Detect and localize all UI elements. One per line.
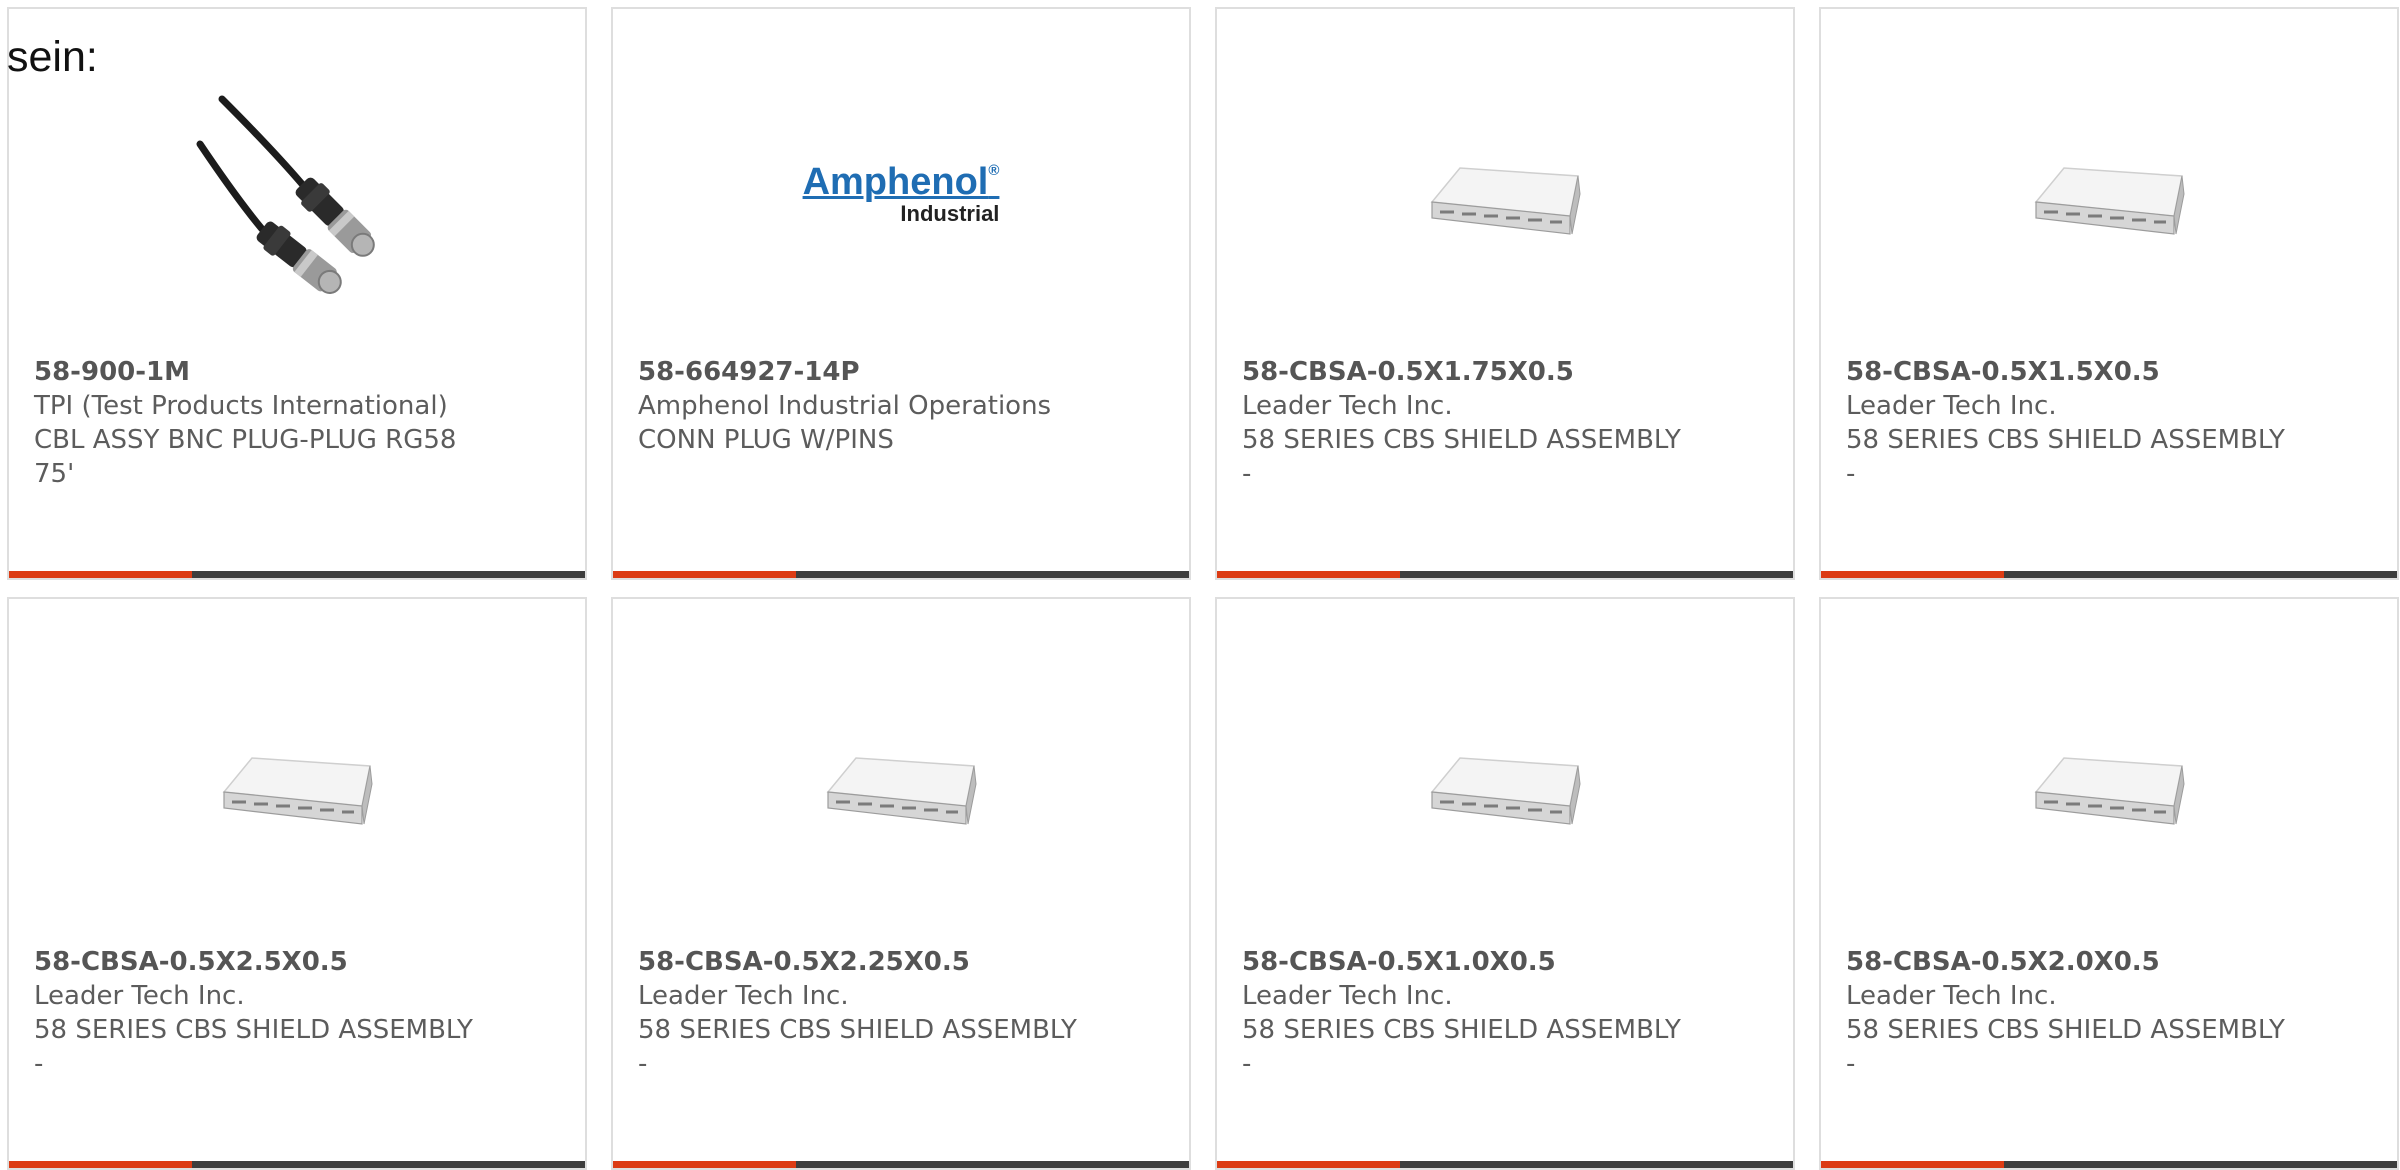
card-bar (1821, 571, 2397, 578)
product-image: Amphenol® Industrial (613, 79, 1189, 309)
intro-text: sein: (7, 33, 98, 81)
product-image (9, 79, 585, 309)
part-number[interactable]: 58-900-1M (34, 355, 474, 389)
card-bar-accent (9, 1161, 192, 1168)
product-card[interactable]: 58-900-1M TPI (Test Products Internation… (7, 7, 587, 580)
manufacturer: TPI (Test Products International) (34, 391, 448, 421)
card-bar (613, 571, 1189, 578)
shield-image (826, 757, 977, 825)
product-card[interactable]: 58-CBSA-0.5X1.0X0.5 Leader Tech Inc. 58 … (1215, 597, 1795, 1170)
shield-image (222, 757, 373, 825)
description: 58 SERIES CBS SHIELD ASSEMBLY - (1242, 1015, 1681, 1079)
product-image (1821, 79, 2397, 309)
card-bar (1217, 571, 1793, 578)
part-number[interactable]: 58-CBSA-0.5X2.5X0.5 (34, 945, 474, 979)
description: CONN PLUG W/PINS (638, 425, 894, 455)
product-image (613, 669, 1189, 899)
manufacturer: Leader Tech Inc. (1242, 981, 1453, 1011)
card-bar-accent (613, 1161, 796, 1168)
part-number[interactable]: 58-CBSA-0.5X1.75X0.5 (1242, 355, 1682, 389)
manufacturer: Leader Tech Inc. (1242, 391, 1453, 421)
description: 58 SERIES CBS SHIELD ASSEMBLY - (34, 1015, 473, 1079)
description: CBL ASSY BNC PLUG-PLUG RG58 75' (34, 425, 457, 489)
product-card[interactable]: 58-CBSA-0.5X1.75X0.5 Leader Tech Inc. 58… (1215, 7, 1795, 580)
product-card[interactable]: Amphenol® Industrial 58-664927-14P Amphe… (611, 7, 1191, 580)
card-bar-accent (1821, 1161, 2004, 1168)
card-bar (613, 1161, 1189, 1168)
product-image (1821, 669, 2397, 899)
bnc-cable-image (196, 95, 375, 294)
card-bar-accent (1821, 571, 2004, 578)
card-bar (1821, 1161, 2397, 1168)
manufacturer: Leader Tech Inc. (1846, 981, 2057, 1011)
description: 58 SERIES CBS SHIELD ASSEMBLY - (1846, 425, 2285, 489)
product-card[interactable]: 58-CBSA-0.5X1.5X0.5 Leader Tech Inc. 58 … (1819, 7, 2399, 580)
part-number[interactable]: 58-CBSA-0.5X2.0X0.5 (1846, 945, 2286, 979)
description: 58 SERIES CBS SHIELD ASSEMBLY - (638, 1015, 1077, 1079)
product-image (1217, 669, 1793, 899)
product-card[interactable]: 58-CBSA-0.5X2.25X0.5 Leader Tech Inc. 58… (611, 597, 1191, 1170)
manufacturer: Leader Tech Inc. (638, 981, 849, 1011)
product-card[interactable]: 58-CBSA-0.5X2.5X0.5 Leader Tech Inc. 58 … (7, 597, 587, 1170)
description: 58 SERIES CBS SHIELD ASSEMBLY - (1846, 1015, 2285, 1079)
description: 58 SERIES CBS SHIELD ASSEMBLY - (1242, 425, 1681, 489)
product-image (9, 669, 585, 899)
card-bar (1217, 1161, 1793, 1168)
shield-image (1430, 757, 1581, 825)
manufacturer: Amphenol Industrial Operations (638, 391, 1052, 421)
product-image (1217, 79, 1793, 309)
part-number[interactable]: 58-CBSA-0.5X2.25X0.5 (638, 945, 1078, 979)
shield-image (1430, 167, 1581, 235)
manufacturer: Leader Tech Inc. (1846, 391, 2057, 421)
card-bar-accent (9, 571, 192, 578)
product-card[interactable]: 58-CBSA-0.5X2.0X0.5 Leader Tech Inc. 58 … (1819, 597, 2399, 1170)
card-bar (9, 1161, 585, 1168)
card-bar-accent (1217, 571, 1400, 578)
part-number[interactable]: 58-664927-14P (638, 355, 1078, 389)
shield-image (2034, 167, 2185, 235)
card-bar-accent (613, 571, 796, 578)
card-bar (9, 571, 585, 578)
part-number[interactable]: 58-CBSA-0.5X1.5X0.5 (1846, 355, 2286, 389)
manufacturer: Leader Tech Inc. (34, 981, 245, 1011)
part-number[interactable]: 58-CBSA-0.5X1.0X0.5 (1242, 945, 1682, 979)
amphenol-logo: Amphenol® Industrial (802, 161, 1000, 226)
shield-image (2034, 757, 2185, 825)
card-bar-accent (1217, 1161, 1400, 1168)
